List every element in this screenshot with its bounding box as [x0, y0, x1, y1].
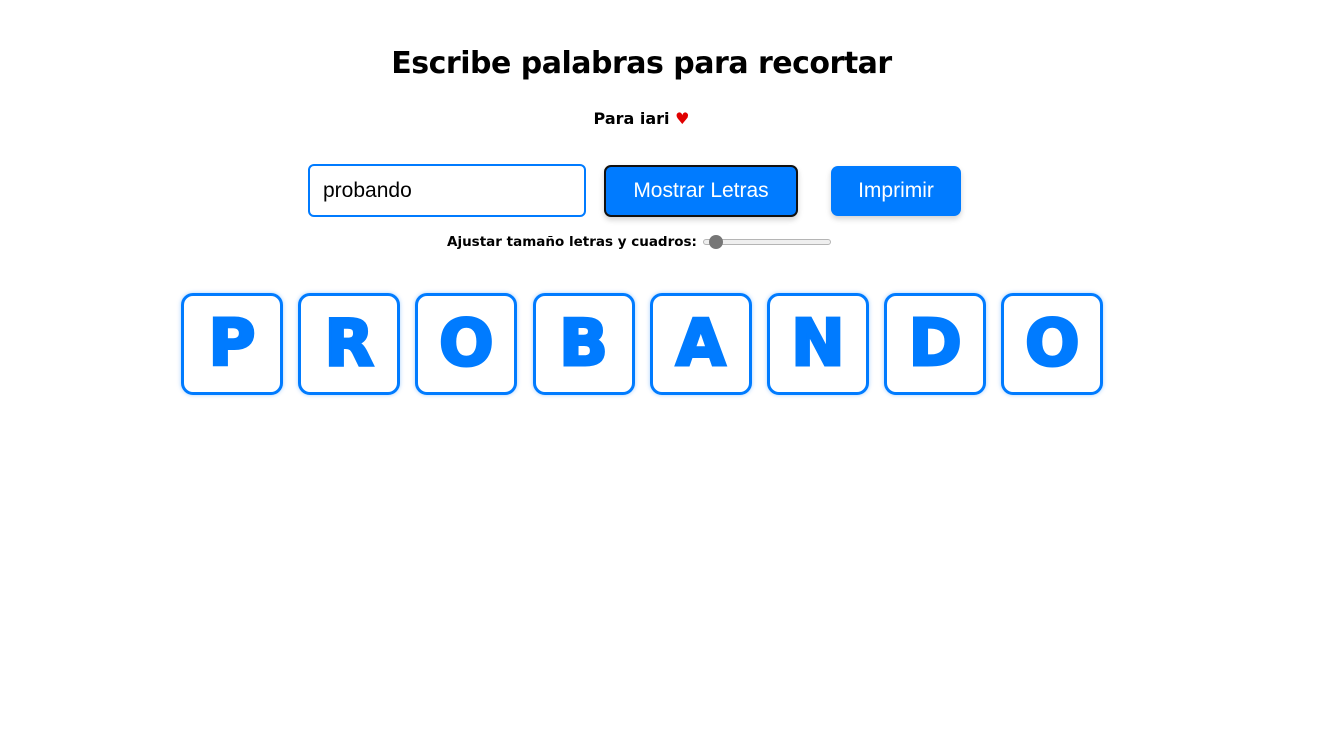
letter-tile: B	[532, 293, 635, 395]
size-slider[interactable]	[702, 235, 831, 249]
page-title: Escribe palabras para recortar	[391, 46, 892, 81]
size-slider-label: Ajustar tamaño letras y cuadros:	[447, 234, 697, 250]
size-slider-thumb[interactable]	[708, 235, 723, 249]
letter-char: B	[558, 307, 610, 381]
letter-char: N	[790, 307, 847, 381]
dedication-text: Para iari	[593, 109, 670, 128]
print-button[interactable]: Imprimir	[831, 166, 961, 216]
letter-tiles: PROBANDO	[181, 293, 1119, 395]
letter-char: A	[674, 307, 727, 381]
letter-tile: P	[181, 293, 283, 395]
letter-char: P	[207, 307, 257, 381]
letter-tile: O	[1001, 293, 1104, 395]
letter-char: R	[323, 307, 375, 381]
letter-char: D	[907, 307, 963, 381]
show-letters-button[interactable]: Mostrar Letras	[604, 165, 798, 217]
word-input[interactable]	[308, 164, 586, 217]
letter-tile: R	[298, 293, 401, 395]
letter-tile: D	[884, 293, 987, 395]
letter-tile: O	[415, 293, 518, 395]
letter-char: O	[1024, 307, 1081, 381]
size-control: Ajustar tamaño letras y cuadros:	[447, 232, 831, 252]
letter-tile: N	[766, 293, 869, 395]
letter-tile: A	[649, 293, 752, 395]
dedication-line: Para iari ♥	[0, 109, 1283, 128]
letter-char: O	[438, 307, 495, 381]
heart-icon: ♥	[675, 109, 690, 128]
